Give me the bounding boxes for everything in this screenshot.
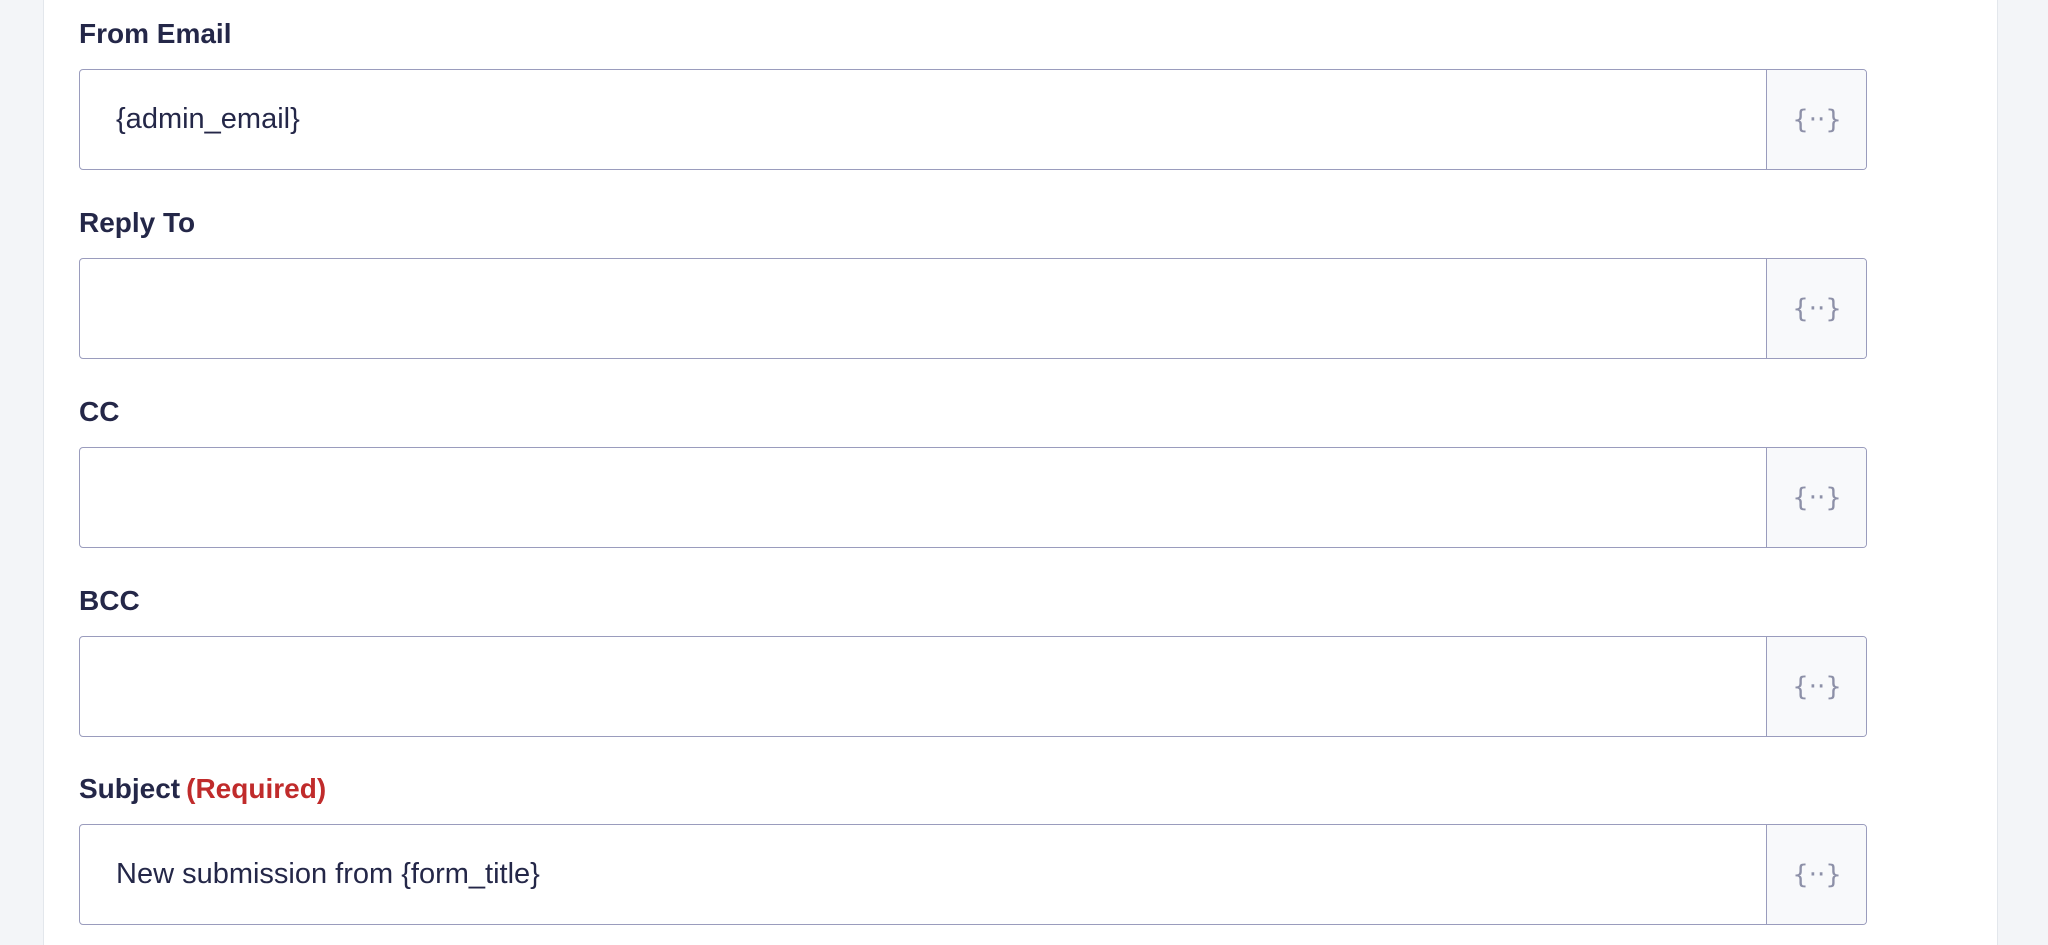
bcc-label-text: BCC (79, 585, 140, 616)
from-email-merge-tag-button[interactable]: {··} (1766, 70, 1866, 169)
svg-text:{··}: {··} (1795, 672, 1839, 702)
cc-input-group: {··} (79, 447, 1867, 548)
subject-input-group: {··} (79, 824, 1867, 925)
subject-merge-tag-button[interactable]: {··} (1766, 825, 1866, 924)
bcc-input[interactable] (80, 637, 1766, 736)
reply-to-label-text: Reply To (79, 207, 196, 238)
from-email-label-text: From Email (79, 18, 232, 49)
svg-text:{··}: {··} (1795, 860, 1839, 890)
notification-settings-panel: From Email {··} Reply To {··} CC (43, 0, 1998, 945)
subject-label-text: Subject (79, 773, 181, 804)
from-email-input-group: {··} (79, 69, 1867, 170)
subject-input[interactable] (80, 825, 1766, 924)
cc-merge-tag-button[interactable]: {··} (1766, 448, 1866, 547)
reply-to-merge-tag-button[interactable]: {··} (1766, 259, 1866, 358)
from-email-label: From Email (79, 16, 231, 52)
reply-to-input-group: {··} (79, 258, 1867, 359)
cc-label-text: CC (79, 396, 120, 427)
subject-label: Subject (Required) (79, 771, 326, 807)
svg-text:{··}: {··} (1795, 105, 1839, 135)
cc-input[interactable] (80, 448, 1766, 547)
cc-label: CC (79, 394, 119, 430)
merge-tag-icon: {··} (1795, 857, 1839, 893)
svg-text:{··}: {··} (1795, 483, 1839, 513)
bcc-label: BCC (79, 583, 140, 619)
svg-text:{··}: {··} (1795, 294, 1839, 324)
required-indicator: (Required) (186, 773, 327, 804)
bcc-input-group: {··} (79, 636, 1867, 737)
from-email-input[interactable] (80, 70, 1766, 169)
reply-to-label: Reply To (79, 205, 195, 241)
merge-tag-icon: {··} (1795, 669, 1839, 705)
merge-tag-icon: {··} (1795, 102, 1839, 138)
merge-tag-icon: {··} (1795, 480, 1839, 516)
merge-tag-icon: {··} (1795, 291, 1839, 327)
reply-to-input[interactable] (80, 259, 1766, 358)
bcc-merge-tag-button[interactable]: {··} (1766, 637, 1866, 736)
